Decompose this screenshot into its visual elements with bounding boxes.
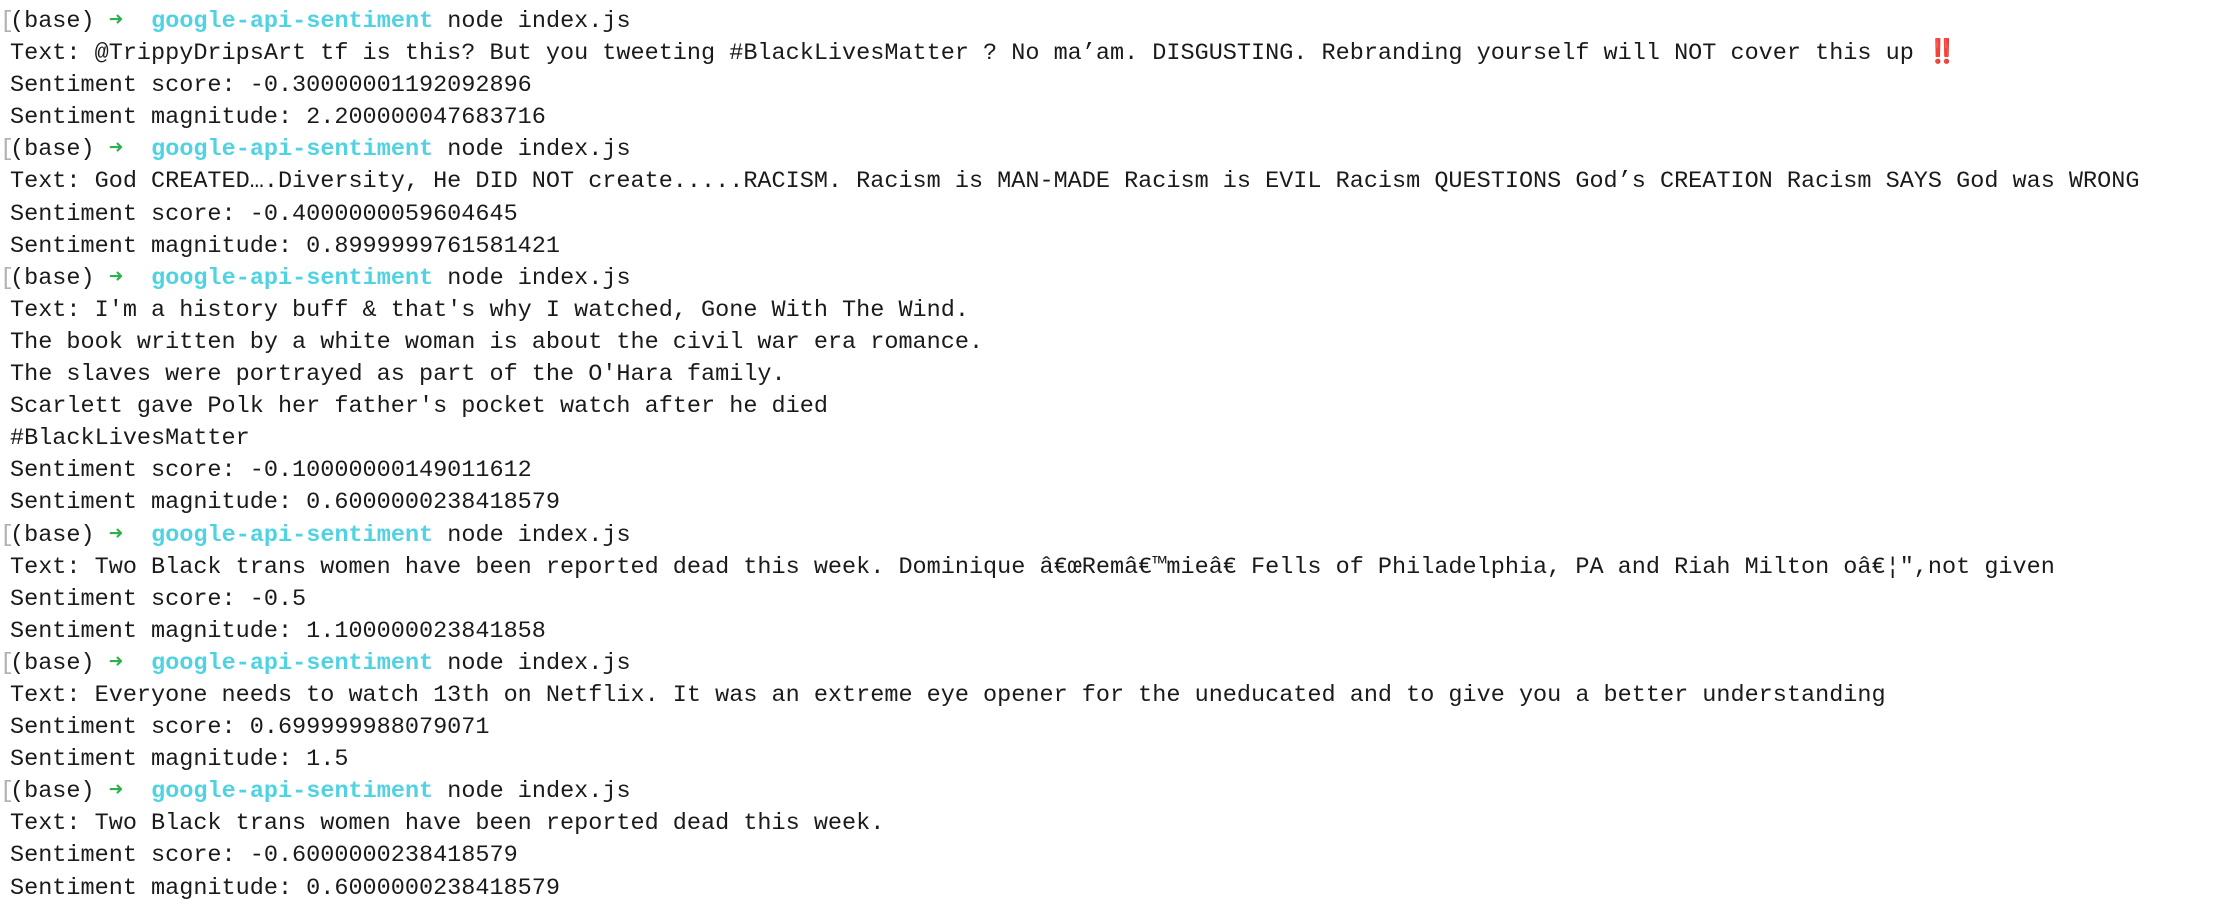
prompt-bracket: [	[0, 778, 15, 806]
output-text-line: Text: @TrippyDripsArt tf is this? But yo…	[0, 38, 2226, 70]
tweet-text: Scarlett gave Polk her father's pocket w…	[10, 393, 828, 421]
prompt-directory: google-api-sentiment	[151, 778, 434, 806]
prompt-bracket: [	[0, 264, 15, 292]
prompt-env: (base)	[10, 264, 95, 292]
sentiment-score: Sentiment score: -0.6000000238418579	[10, 842, 518, 870]
prompt-env: (base)	[10, 136, 95, 164]
sentiment-magnitude: Sentiment magnitude: 2.200000047683716	[10, 104, 546, 132]
sentiment-magnitude: Sentiment magnitude: 0.8999999761581421	[10, 232, 560, 260]
prompt-arrow-icon: ➜	[108, 264, 123, 292]
sentiment-magnitude: Sentiment magnitude: 1.100000023841858	[10, 617, 546, 645]
prompt-arrow-icon: ➜	[108, 8, 123, 35]
sentiment-score: Sentiment score: -0.30000001192092896	[10, 72, 532, 100]
prompt-command: node index.js	[447, 8, 631, 35]
sentiment-magnitude: Sentiment magnitude: 0.6000000238418579	[10, 489, 560, 517]
prompt-arrow-icon: ➜	[108, 521, 123, 549]
prompt-env: (base)	[10, 778, 95, 806]
terminal-output[interactable]: [(base) ➜ google-api-sentiment node inde…	[0, 6, 2226, 905]
tweet-text: Text: @TrippyDripsArt tf is this? But yo…	[10, 40, 1928, 68]
prompt-env: (base)	[10, 649, 95, 677]
tweet-text: The book written by a white woman is abo…	[10, 328, 984, 356]
prompt-line: [(base) ➜ google-api-sentiment node inde…	[0, 6, 2226, 38]
prompt-arrow-icon: ➜	[108, 778, 123, 806]
tweet-text: Text: I'm a history buff & that's why I …	[10, 296, 969, 324]
prompt-bracket: [	[0, 8, 15, 35]
prompt-directory: google-api-sentiment	[151, 136, 434, 164]
prompt-line: [(base) ➜ google-api-sentiment node inde…	[0, 520, 2226, 552]
tweet-text: Text: Two Black trans women have been re…	[10, 810, 885, 838]
prompt-bracket: [	[0, 521, 15, 549]
prompt-command: node index.js	[447, 649, 631, 677]
tweet-text: #BlackLivesMatter	[10, 425, 250, 453]
prompt-directory: google-api-sentiment	[151, 521, 434, 549]
sentiment-score: Sentiment score: 0.699999988079071	[10, 714, 490, 742]
prompt-line: [(base) ➜ google-api-sentiment node inde…	[0, 648, 2226, 680]
prompt-directory: google-api-sentiment	[151, 649, 434, 677]
prompt-env: (base)	[10, 8, 95, 35]
prompt-command: node index.js	[447, 264, 631, 292]
sentiment-magnitude: Sentiment magnitude: 0.6000000238418579	[10, 874, 560, 902]
prompt-line: [(base) ➜ google-api-sentiment node inde…	[0, 776, 2226, 808]
tweet-text: Text: Everyone needs to watch 13th on Ne…	[10, 681, 1886, 709]
sentiment-magnitude: Sentiment magnitude: 1.5	[10, 746, 349, 774]
tweet-text: The slaves were portrayed as part of the…	[10, 361, 786, 389]
prompt-env: (base)	[10, 521, 95, 549]
prompt-bracket: [	[0, 649, 15, 677]
sentiment-score: Sentiment score: -0.4000000059604645	[10, 200, 518, 228]
prompt-line: [(base) ➜ google-api-sentiment node inde…	[0, 263, 2226, 295]
prompt-command: node index.js	[447, 136, 631, 164]
prompt-arrow-icon: ➜	[108, 649, 123, 677]
prompt-command: node index.js	[447, 521, 631, 549]
prompt-arrow-icon: ➜	[108, 136, 123, 164]
prompt-directory: google-api-sentiment	[151, 8, 434, 35]
prompt-directory: google-api-sentiment	[151, 264, 434, 292]
prompt-line: [(base) ➜ google-api-sentiment node inde…	[0, 134, 2226, 166]
tweet-text: Text: Two Black trans women have been re…	[10, 553, 2055, 581]
prompt-command: node index.js	[447, 778, 631, 806]
double-exclamation-icon: ‼️	[1927, 40, 1958, 68]
sentiment-score: Sentiment score: -0.10000000149011612	[10, 457, 532, 485]
sentiment-score: Sentiment score: -0.5	[10, 585, 307, 613]
prompt-bracket: [	[0, 136, 15, 164]
tweet-text: Text: God CREATED….Diversity, He DID NOT…	[10, 168, 2140, 196]
